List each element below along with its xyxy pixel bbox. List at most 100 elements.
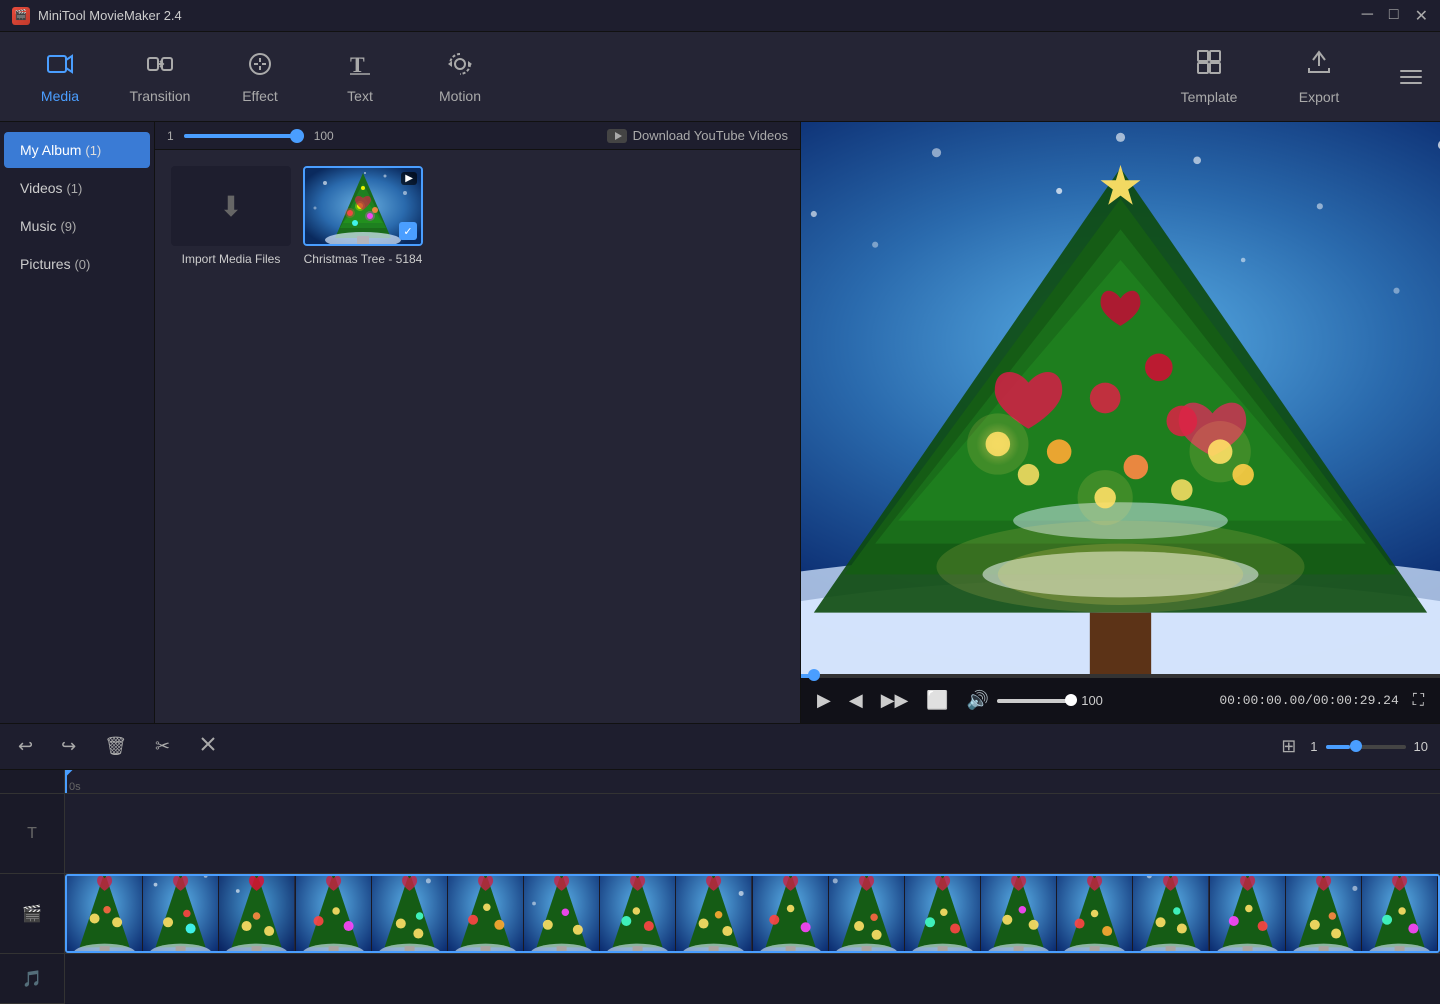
audio-track-label: 🎵 [0,954,64,1004]
preview-progress[interactable] [801,674,1440,678]
effect-icon [246,50,274,82]
sidebar-count-my-album: (1) [85,143,101,158]
import-thumb[interactable]: ⬇ [171,166,291,246]
audio-track-icon: 🎵 [22,969,42,989]
media-panel: 1 100 Download YouTube Videos ⬇ [155,122,800,723]
sidebar-label-music: Music [20,218,60,234]
media-grid: ⬇ Import Media Files [155,150,800,282]
youtube-icon [607,129,627,143]
video-frame [1362,876,1438,951]
fullscreen-button[interactable]: ⛶ [1409,688,1428,714]
title-bar: 🎬 MiniTool MovieMaker 2.4 ─ □ ✕ [0,0,1440,32]
timeline-tracks: 0s [65,770,1440,1004]
toolbar-motion[interactable]: Motion [410,37,510,117]
sidebar-item-pictures[interactable]: Pictures (0) [4,246,150,282]
split-button[interactable] [192,730,224,763]
title-bar-controls[interactable]: ─ □ ✕ [1362,6,1428,26]
toolbar-template[interactable]: Template [1164,37,1254,117]
sidebar-item-music[interactable]: Music (9) [4,208,150,244]
sidebar-label-pictures: Pictures [20,256,74,272]
video-frame [981,876,1057,951]
menu-line-1 [1400,70,1422,72]
sidebar-item-my-album[interactable]: My Album (1) [4,132,150,168]
media-size-value: 100 [314,129,334,143]
text-track[interactable] [65,794,1440,874]
timeline-content: T 🎬 🎵 0s [0,770,1440,1004]
next-frame-button[interactable]: ▶▶ [877,686,913,715]
toolbar-media[interactable]: Media [10,37,110,117]
zoom-max-label: 10 [1414,739,1428,754]
selected-check: ✓ [399,222,417,240]
import-icon: ⬇ [219,190,242,223]
fit-timeline-button[interactable]: ⊞ [1275,732,1302,761]
media-size-slider[interactable] [184,134,304,138]
time-current: 00:00:00.00 [1219,693,1305,708]
christmas-label: Christmas Tree - 5184 [304,252,423,266]
video-frame [1057,876,1133,951]
zoom-slider[interactable] [1326,745,1406,749]
menu-button[interactable] [1392,62,1430,92]
video-strip [65,874,1440,953]
redo-button[interactable]: ↪ [55,732,82,761]
menu-line-2 [1400,76,1422,78]
time-total: 00:00:29.24 [1313,693,1399,708]
delete-button[interactable]: 🗑 [98,732,133,761]
import-media-item[interactable]: ⬇ Import Media Files [171,166,291,266]
volume-thumb [1065,694,1077,706]
export-label: Export [1299,89,1339,105]
audio-track[interactable] [65,954,1440,1004]
play-button[interactable]: ▶ [813,686,835,715]
video-track[interactable] [65,874,1440,954]
media-label: Media [41,88,79,104]
download-youtube-label: Download YouTube Videos [633,128,788,143]
volume-icon[interactable]: 🔊 [963,686,993,715]
toolbar-text[interactable]: T Text [310,37,410,117]
import-label: Import Media Files [182,252,281,266]
time-display: 00:00:00.00/00:00:29.24 [1219,693,1398,708]
timeline-ruler[interactable]: 0s [65,770,1440,794]
timeline-playhead[interactable] [65,770,67,793]
volume-fill [997,699,1069,703]
text-track-icon: T [27,825,37,843]
cut-button[interactable]: ✂ [149,732,176,761]
christmas-tree-item[interactable]: ▶ ✓ Christmas Tree - 5184 [303,166,423,266]
aspect-ratio-button[interactable]: ⬜ [922,686,952,715]
sidebar-item-videos[interactable]: Videos (1) [4,170,150,206]
christmas-tree-thumb[interactable]: ▶ ✓ [303,166,423,246]
video-track-icon: 🎬 [22,904,42,924]
toolbar-export[interactable]: Export [1274,37,1364,117]
volume-value: 100 [1081,693,1111,708]
video-frame [372,876,448,951]
prev-frame-button[interactable]: ◀ [845,686,867,715]
motion-icon [446,50,474,82]
preview-controls: ▶ ◀ ▶▶ ⬜ 🔊 100 00:00:00.00/00:00:29.24 ⛶ [801,678,1440,723]
video-frame [905,876,981,951]
transition-label: Transition [130,88,191,104]
video-frame [1286,876,1362,951]
toolbar-effect[interactable]: Effect [210,37,310,117]
app-icon: 🎬 [12,7,30,25]
maximize-button[interactable]: □ [1389,6,1399,26]
media-toolbar: 1 100 Download YouTube Videos [155,122,800,150]
volume-slider[interactable]: 🔊 100 [963,686,1111,715]
video-frame [448,876,524,951]
zoom-thumb [1350,740,1362,752]
ruler-spacer [0,770,64,794]
video-frame [1133,876,1209,951]
export-icon [1305,48,1333,83]
transition-icon [146,50,174,82]
timeline-tracks-label: T 🎬 🎵 [0,770,65,1004]
volume-track[interactable] [997,699,1077,703]
video-frame [67,876,143,951]
video-frame [296,876,372,951]
undo-button[interactable]: ↩ [12,732,39,761]
close-button[interactable]: ✕ [1415,6,1428,26]
toolbar-transition[interactable]: Transition [110,37,210,117]
download-youtube-button[interactable]: Download YouTube Videos [607,128,788,143]
text-track-label: T [0,794,64,874]
minimize-button[interactable]: ─ [1362,6,1373,26]
slider-min-label: 1 [167,129,174,143]
timeline-toolbar: ↩ ↪ 🗑 ✂ ⊞ 1 10 [0,724,1440,770]
video-frame [219,876,295,951]
sidebar-count-music: (9) [60,219,76,234]
